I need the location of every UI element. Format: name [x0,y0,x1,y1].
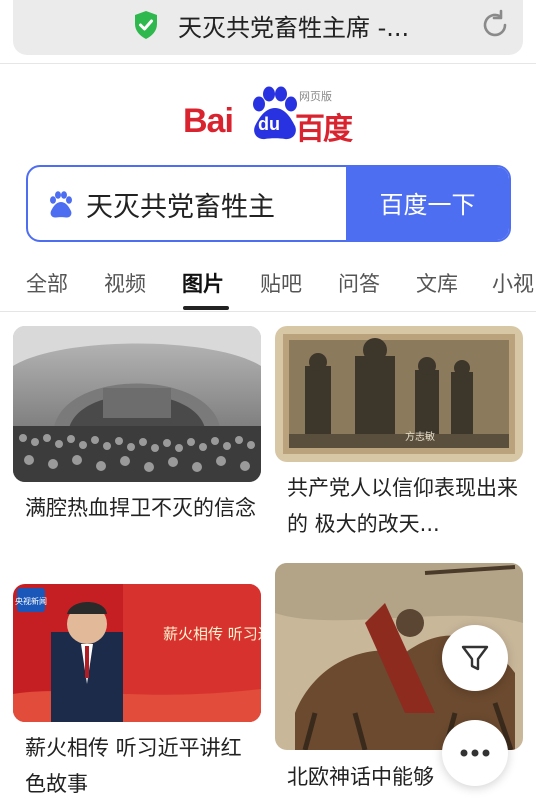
image-badge: 央视新闻 [15,596,47,606]
filter-button[interactable] [442,625,508,691]
browser-top-bar: 天灭共党畜牲主席 -... [0,0,536,64]
result-title[interactable]: 共产党人以信仰表现出来的 极大的改天... [287,470,521,542]
active-tab-indicator [183,306,229,310]
result-title[interactable]: 满腔热血捍卫不灭的信念 [25,490,259,526]
baidu-logo[interactable]: Bai du 网页版 百度 [183,86,358,147]
baidu-paw-icon [50,191,72,218]
tab-qa[interactable]: 问答 [338,268,380,298]
tab-short-video[interactable]: 小视 [492,268,534,298]
more-button[interactable] [442,720,508,786]
tab-all[interactable]: 全部 [26,268,68,298]
image-result-card[interactable]: 方志敏 共产党人以信仰表现出来的 极大的改天... [275,326,523,566]
search-box: 百度一下 [26,165,511,242]
search-input[interactable] [86,185,276,223]
image-result-card[interactable]: 央视新闻 薪火相传 听习近平讲 红色故事 薪火相传 听习近平讲红色故事 [13,584,261,800]
more-dots-icon [460,749,490,757]
tab-video[interactable]: 视频 [104,268,146,298]
image-caption: 方志敏 [405,430,435,443]
image-result-card[interactable]: 满腔热血捍卫不灭的信念 [13,326,261,566]
result-title[interactable]: 薪火相传 听习近平讲红色故事 [25,730,259,800]
tab-images[interactable]: 图片 [182,268,224,298]
tab-wenku[interactable]: 文库 [416,268,458,298]
logo-text-bai: Bai [183,102,234,140]
logo-text-du: du [258,114,280,134]
search-tabs: 全部 视频 图片 贴吧 问答 文库 小视 [0,254,536,312]
address-bar[interactable]: 天灭共党畜牲主席 -... [13,0,523,55]
search-button[interactable]: 百度一下 [346,167,509,240]
reload-icon[interactable] [479,9,511,41]
filter-icon [461,645,489,671]
logo-text-cn: 百度 [295,112,353,147]
result-image[interactable]: 方志敏 [275,326,523,462]
result-image[interactable]: 央视新闻 薪火相传 听习近平讲 红色故事 [13,584,261,722]
image-caption: 薪火相传 听习近平讲 红色故事 [163,625,261,643]
page-title: 天灭共党畜牲主席 -... [178,14,410,42]
result-image[interactable] [13,326,261,482]
tab-tieba[interactable]: 贴吧 [260,268,302,298]
shield-check-icon [135,11,157,39]
logo-tag: 网页版 [299,90,332,103]
